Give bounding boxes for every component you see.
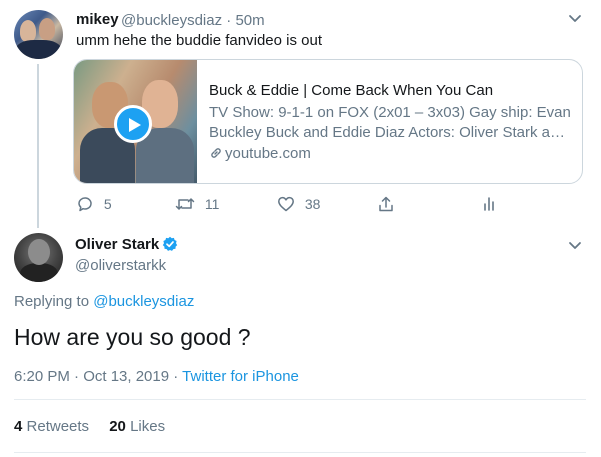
retweet-action[interactable]: 11 — [175, 195, 219, 213]
reply-count: 5 — [103, 196, 112, 212]
heart-icon[interactable] — [277, 195, 295, 213]
engagement-stats: 4 Retweets 20 Likes — [14, 418, 165, 435]
author-display-name[interactable]: Oliver Stark — [75, 236, 159, 253]
card-description: TV Show: 9-1-1 on FOX (2x01 – 3x03) Gay … — [209, 103, 571, 143]
card-description-line: Buckley Buck and Eddie Diaz Actors: Oliv… — [209, 124, 571, 141]
author-handle-and-time[interactable]: @buckleysdiaz · 50m — [121, 12, 265, 29]
link-icon — [211, 148, 221, 158]
share-icon[interactable] — [377, 195, 395, 213]
retweets-label: Retweets — [26, 418, 90, 435]
retweets-stat[interactable]: 4 Retweets — [14, 418, 89, 435]
author-handle[interactable]: @buckleysdiaz — [121, 12, 222, 29]
link-preview-card[interactable]: Buck & Eddie | Come Back When You Can TV… — [73, 59, 583, 184]
card-domain: youtube.com — [209, 145, 311, 162]
avatar-photo-part — [20, 20, 36, 42]
retweet-count: 11 — [204, 196, 220, 212]
tweet-text: umm hehe the buddie fanvideo is out — [76, 32, 322, 49]
like-action[interactable]: 38 — [277, 195, 320, 213]
reply-icon[interactable] — [76, 195, 94, 213]
card-domain-text: youtube.com — [225, 145, 311, 162]
card-description-line: TV Show: 9-1-1 on FOX (2x01 – 3x03) Gay … — [209, 104, 571, 121]
tweet-meta: 6:20 PM · Oct 13, 2019 · Twitter for iPh… — [14, 368, 299, 385]
avatar-photo-part — [28, 239, 50, 265]
avatar-photo-part — [16, 40, 61, 59]
video-thumbnail[interactable] — [74, 60, 197, 183]
chevron-down-icon[interactable] — [568, 14, 582, 24]
likes-count: 20 — [109, 418, 126, 435]
retweets-count: 4 — [14, 418, 23, 435]
tweet-timestamp[interactable]: 6:20 PM · Oct 13, 2019 · — [14, 368, 182, 385]
retweet-icon[interactable] — [175, 195, 195, 213]
likes-label: Likes — [130, 418, 166, 435]
tweet-time[interactable]: · 50m — [226, 12, 264, 29]
like-count: 38 — [304, 196, 321, 212]
likes-stat[interactable]: 20 Likes — [109, 418, 165, 435]
analytics-icon[interactable] — [480, 195, 498, 213]
author-handle[interactable]: @oliverstarkk — [75, 257, 166, 274]
tweet-source-link[interactable]: Twitter for iPhone — [182, 368, 299, 385]
avatar-photo-part — [39, 18, 55, 40]
card-title: Buck & Eddie | Come Back When You Can — [209, 82, 494, 99]
replying-to-link[interactable]: @buckleysdiaz — [93, 293, 194, 310]
replying-to: Replying to @buckleysdiaz — [14, 293, 194, 310]
play-button-icon[interactable] — [114, 105, 152, 143]
replying-prefix: Replying to — [14, 293, 94, 310]
author-display-name[interactable]: mikey — [76, 11, 119, 28]
avatar-mikey[interactable] — [14, 10, 63, 59]
thread-connector-line — [37, 64, 39, 228]
divider — [14, 399, 586, 400]
divider — [14, 452, 586, 453]
tweet-text: How are you so good ? — [14, 324, 251, 350]
avatar-oliver-stark[interactable] — [14, 233, 63, 282]
verified-badge-icon — [162, 236, 178, 251]
avatar-photo-part — [20, 263, 58, 282]
reply-action[interactable]: 5 — [76, 195, 112, 213]
chevron-down-icon[interactable] — [568, 241, 582, 251]
